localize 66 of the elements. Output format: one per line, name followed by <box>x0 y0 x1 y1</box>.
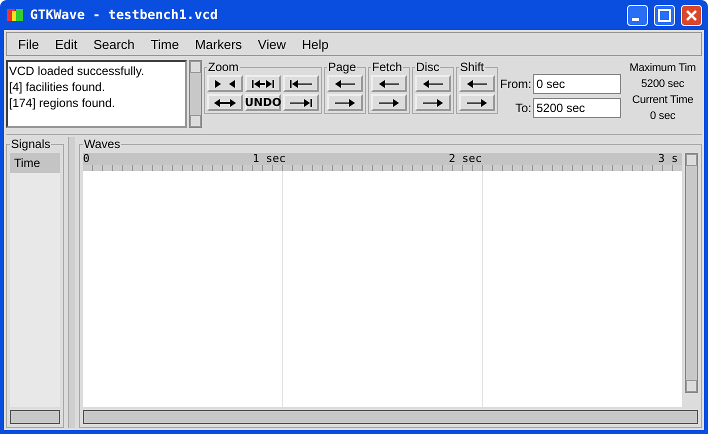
menu-item[interactable]: Markers <box>188 36 249 52</box>
log-line: [174] regions found. <box>9 95 116 111</box>
log-line: VCD loaded successfully. <box>9 63 146 79</box>
minimize-button[interactable] <box>627 4 648 26</box>
arrows-icon <box>213 78 237 88</box>
menu-item[interactable]: Time <box>144 36 186 52</box>
app-logo-icon <box>6 7 24 23</box>
right-arrow-icon <box>465 98 489 108</box>
menu-item[interactable]: Edit <box>48 36 84 52</box>
toolbar-button[interactable] <box>415 94 451 111</box>
to-field[interactable]: 5200 sec <box>533 98 622 118</box>
right-arrow-icon <box>333 98 357 108</box>
waves-horizontal-scrollbar[interactable] <box>83 410 698 424</box>
ruler-label: 0 <box>83 153 91 165</box>
toolbar-button[interactable] <box>371 94 407 111</box>
arrows-icon <box>289 98 313 108</box>
ruler-label: 2 sec <box>448 153 483 165</box>
pane-title: Signals <box>10 137 52 151</box>
signal-item[interactable]: Time <box>10 153 60 173</box>
group-label: Shift <box>459 60 486 74</box>
time-label: Current Time <box>632 93 694 108</box>
toolbar-button[interactable] <box>371 75 407 92</box>
from-label: From: <box>500 77 532 91</box>
time-label: Maximum Tim <box>630 61 696 76</box>
ruler-label: 3 s <box>657 153 679 165</box>
toolbar-button[interactable] <box>327 94 363 111</box>
group-label: Page <box>327 60 358 74</box>
pane-title: Waves <box>83 137 122 151</box>
group-label: Fetch <box>371 60 404 74</box>
arrows-icon <box>213 98 237 108</box>
arrows-icon <box>289 78 313 88</box>
right-arrow-icon <box>421 98 445 108</box>
menu-item[interactable]: Help <box>294 36 336 52</box>
window-title: GTKWave - testbench1.vcd <box>30 8 218 22</box>
group-label: Disc <box>415 60 440 74</box>
log-line: [4] facilities found. <box>9 79 106 95</box>
toolbar-button[interactable] <box>207 75 243 92</box>
toolbar-button[interactable] <box>283 94 319 111</box>
waves-vertical-scrollbar[interactable] <box>685 153 698 393</box>
toolbar-button[interactable] <box>459 94 495 111</box>
left-arrow-icon <box>465 78 489 88</box>
toolbar-button[interactable] <box>415 75 451 92</box>
right-arrow-icon <box>377 98 401 108</box>
to-label: To: <box>514 101 532 115</box>
from-field[interactable]: 0 sec <box>533 74 622 94</box>
ruler-label: 1 sec <box>252 153 287 165</box>
log-scrollbar[interactable] <box>189 60 202 128</box>
toolbar-button[interactable] <box>459 75 495 92</box>
toolbar-button[interactable] <box>283 75 319 92</box>
menu-item[interactable]: Search <box>86 36 142 52</box>
left-arrow-icon <box>377 78 401 88</box>
arrows-icon <box>251 78 275 88</box>
group-label: Zoom <box>207 60 240 74</box>
close-button[interactable] <box>681 4 702 26</box>
left-arrow-icon <box>333 78 357 88</box>
toolbar-button[interactable] <box>207 94 243 111</box>
signals-scrollbar[interactable] <box>10 410 60 424</box>
time-value: 5200 sec <box>641 77 684 92</box>
left-arrow-icon <box>421 78 445 88</box>
menu-item[interactable]: File <box>11 36 46 52</box>
menu-item[interactable]: View <box>250 36 293 52</box>
toolbar-button[interactable] <box>245 75 281 92</box>
maximize-button[interactable] <box>654 4 675 26</box>
undo-button[interactable]: UNDO <box>245 94 281 111</box>
time-value: 0 sec <box>650 109 676 124</box>
toolbar-button[interactable] <box>327 75 363 92</box>
